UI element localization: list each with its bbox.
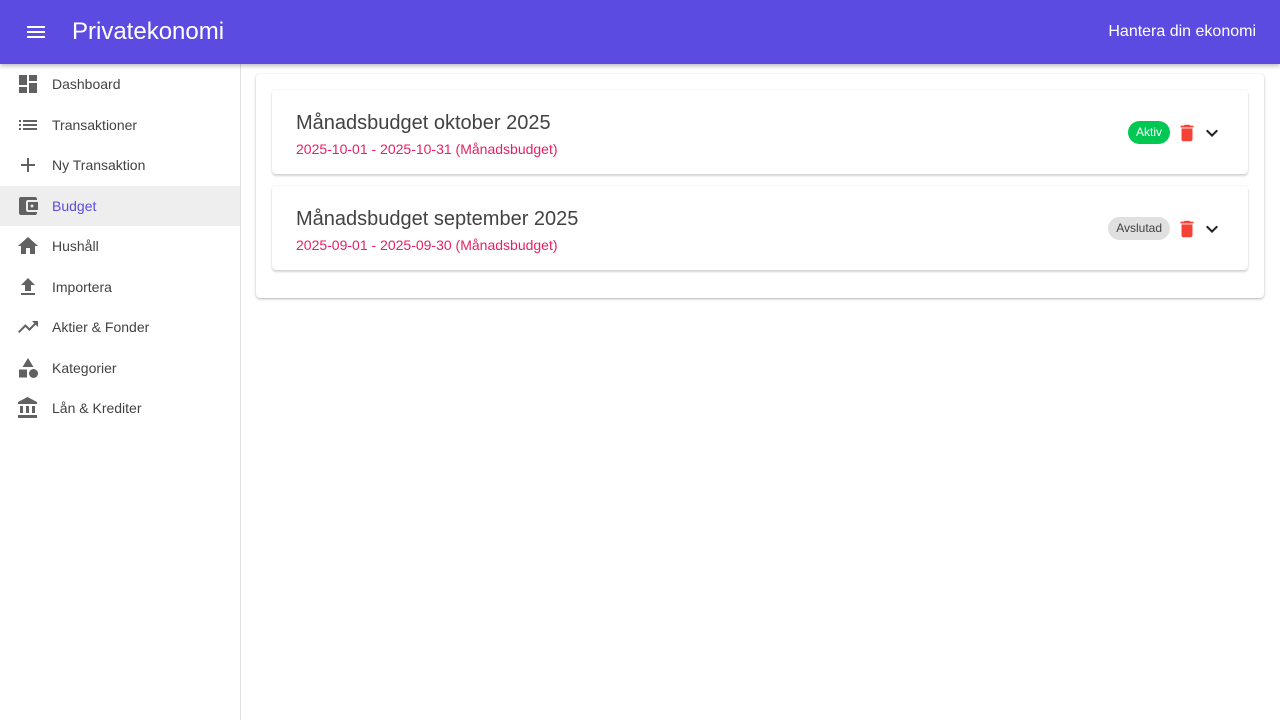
plus-icon	[16, 153, 40, 177]
sidebar-item-dashboard[interactable]: Dashboard	[0, 64, 240, 104]
delete-button[interactable]	[1176, 218, 1198, 240]
sidebar-item-label: Importera	[52, 279, 112, 295]
budget-period: 2025-09-01 - 2025-09-30 (Månadsbudget)	[296, 237, 558, 253]
budget-period: 2025-10-01 - 2025-10-31 (Månadsbudget)	[296, 141, 558, 157]
app-title: Privatekonomi	[72, 18, 225, 45]
sidebar-item-import[interactable]: Importera	[0, 267, 240, 307]
list-icon	[16, 113, 40, 137]
chevron-down-icon	[1206, 225, 1218, 233]
sidebar-item-household[interactable]: Hushåll	[0, 226, 240, 266]
sidebar-item-label: Ny Transaktion	[52, 157, 146, 173]
sidebar-item-budget[interactable]: Budget	[0, 186, 240, 226]
sidebar: Dashboard Transaktioner Ny Transaktion B…	[0, 64, 241, 720]
trash-icon	[1180, 124, 1194, 142]
app-bar: Privatekonomi Hantera din ekonomi	[0, 0, 1280, 64]
trash-icon	[1180, 220, 1194, 238]
budget-title: Månadsbudget september 2025	[296, 208, 579, 230]
sidebar-item-loans-credits[interactable]: Lån & Krediter	[0, 388, 240, 428]
status-badge: Aktiv	[1127, 121, 1170, 144]
chevron-down-icon	[1206, 129, 1218, 137]
sidebar-item-transactions[interactable]: Transaktioner	[0, 105, 240, 145]
category-icon	[16, 356, 40, 380]
delete-button[interactable]	[1176, 122, 1198, 144]
sidebar-item-label: Budget	[52, 198, 97, 214]
expand-button[interactable]	[1200, 121, 1224, 145]
upload-icon	[16, 275, 40, 299]
budget-title: Månadsbudget oktober 2025	[296, 112, 551, 134]
trending-up-icon	[16, 315, 40, 339]
budget-card[interactable]: Månadsbudget oktober 2025 2025-10-01 - 2…	[272, 90, 1248, 174]
wallet-icon	[16, 194, 40, 218]
menu-icon	[27, 26, 45, 38]
status-badge: Avslutad	[1108, 217, 1170, 240]
dashboard-icon	[16, 72, 40, 96]
home-icon	[16, 234, 40, 258]
sidebar-item-label: Kategorier	[52, 360, 117, 376]
sidebar-item-new-transaction[interactable]: Ny Transaktion	[0, 145, 240, 185]
sidebar-item-categories[interactable]: Kategorier	[0, 348, 240, 388]
budget-list-panel: Månadsbudget oktober 2025 2025-10-01 - 2…	[256, 74, 1264, 298]
sidebar-item-label: Transaktioner	[52, 117, 138, 133]
sidebar-item-stocks-funds[interactable]: Aktier & Fonder	[0, 307, 240, 347]
sidebar-item-label: Hushåll	[52, 238, 99, 254]
budget-card[interactable]: Månadsbudget september 2025 2025-09-01 -…	[272, 186, 1248, 270]
app-tagline: Hantera din ekonomi	[1108, 23, 1256, 40]
expand-button[interactable]	[1200, 217, 1224, 241]
sidebar-item-label: Dashboard	[52, 76, 121, 92]
sidebar-item-label: Lån & Krediter	[52, 400, 142, 416]
menu-button[interactable]	[16, 12, 56, 52]
sidebar-item-label: Aktier & Fonder	[52, 319, 150, 335]
bank-icon	[16, 396, 40, 420]
